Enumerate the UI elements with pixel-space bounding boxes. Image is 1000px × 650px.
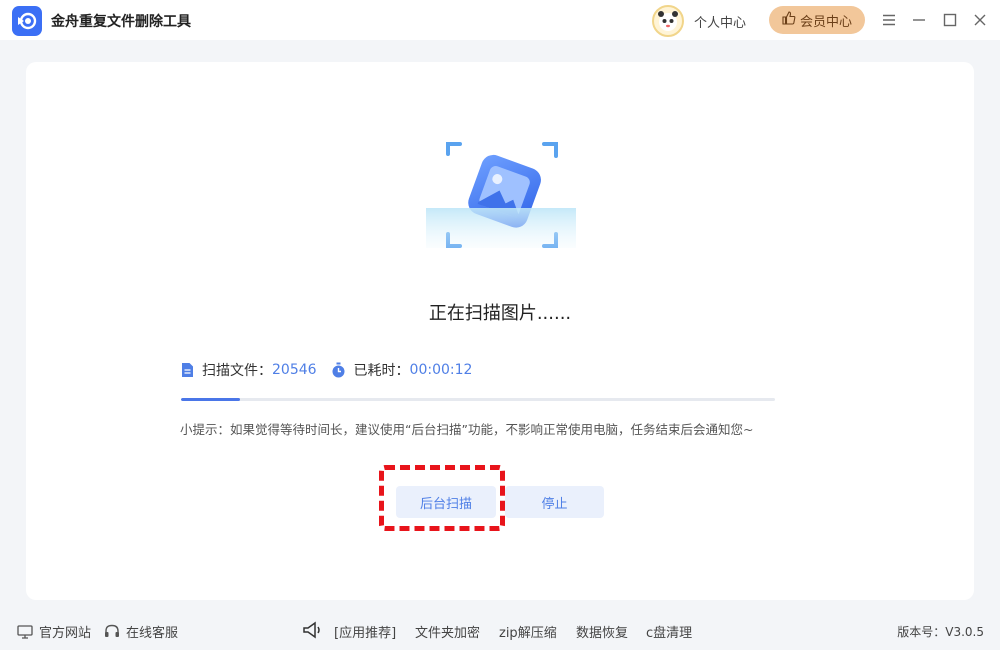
maximize-icon[interactable] (940, 10, 960, 30)
scan-panel: 正在扫描图片...... 扫描文件： 20546 已耗时： 00:00:12 小… (26, 62, 974, 600)
megaphone-icon (302, 621, 322, 639)
files-scanned-count: 20546 (272, 362, 317, 378)
official-site-label: 官方网站 (39, 626, 92, 641)
close-icon[interactable] (970, 10, 990, 30)
online-service-link[interactable]: 在线客服 (104, 622, 178, 641)
personal-center-link[interactable]: 个人中心 (694, 12, 746, 31)
footer-link-data-recovery[interactable]: 数据恢复 (576, 622, 628, 641)
footer-link-zip[interactable]: zip解压缩 (499, 622, 557, 641)
minimize-icon[interactable] (909, 10, 929, 30)
elapsed-time-label: 已耗时： (353, 363, 410, 379)
app-title: 金舟重复文件删除工具 (51, 14, 191, 30)
thumbs-up-icon (782, 11, 796, 29)
footer: 官方网站 在线客服 [应用推荐] 文件夹加密 zip解压缩 数据恢复 c盘清理 … (0, 612, 1000, 650)
document-icon (181, 362, 194, 378)
scan-progress-bar (181, 398, 775, 401)
footer-link-folder-encrypt[interactable]: 文件夹加密 (415, 622, 480, 641)
scan-status-text: 正在扫描图片...... (428, 303, 572, 324)
scan-progress-fill (181, 398, 241, 401)
vip-center-button[interactable]: 会员中心 (769, 6, 865, 34)
app-recommend-label: [应用推荐] (334, 626, 397, 641)
headset-icon (104, 624, 120, 639)
version-text: 版本号：V3.0.5 (897, 625, 984, 639)
files-scanned-label: 扫描文件： (202, 363, 272, 379)
online-service-label: 在线客服 (126, 626, 179, 641)
vip-center-label: 会员中心 (799, 14, 852, 30)
title-bar: 金舟重复文件删除工具 个人中心 会员中心 (0, 0, 1000, 40)
scan-tip-text: 小提示：如果觉得等待时间长，建议使用“后台扫描”功能，不影响正常使用电脑，任务结… (180, 422, 754, 437)
official-site-link[interactable]: 官方网站 (17, 622, 91, 641)
app-logo-icon (12, 6, 42, 36)
highlight-annotation (379, 465, 505, 531)
menu-icon[interactable] (879, 10, 899, 30)
scan-stats: 扫描文件： 20546 已耗时： 00:00:12 (181, 360, 472, 380)
stop-button[interactable]: 停止 (505, 486, 604, 518)
monitor-icon (17, 624, 33, 639)
footer-link-c-drive-clean[interactable]: c盘清理 (646, 622, 692, 641)
stopwatch-icon (331, 362, 346, 378)
avatar[interactable] (652, 5, 684, 37)
elapsed-time-value: 00:00:12 (409, 362, 473, 378)
image-scan-illustration (426, 142, 576, 248)
